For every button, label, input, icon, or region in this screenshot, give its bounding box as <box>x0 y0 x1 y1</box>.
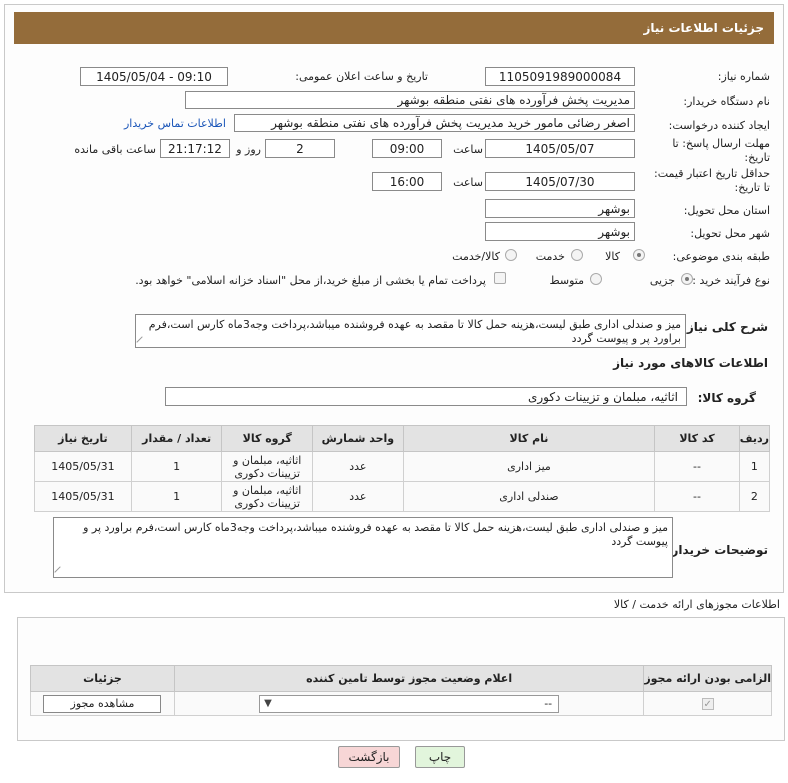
col-permit-status: اعلام وضعیت مجوز توسط تامین کننده <box>173 665 645 692</box>
table-row: ✓ -- ▼ مشاهده مجوز <box>30 691 772 716</box>
col-unit: واحد شمارش <box>312 425 404 452</box>
city-label: شهر محل تحویل: <box>690 227 770 240</box>
buyer-org-label: نام دستگاه خریدار: <box>683 95 770 108</box>
col-qty: تعداد / مقدار <box>130 425 223 452</box>
chevron-down-icon: ▼ <box>264 697 272 709</box>
goods-table-header: ردیف کد کالا نام کالا واحد شمارش گروه کا… <box>34 425 771 452</box>
process-option-minor: جزیی <box>649 274 675 287</box>
description-textarea[interactable]: میز و صندلی اداری طبق لیست،هزینه حمل کال… <box>135 314 686 348</box>
validity-date-field[interactable]: 1405/07/30 <box>485 172 635 191</box>
page-header: جزئیات اطلاعات نیاز <box>14 12 774 44</box>
cell-code: -- <box>654 481 740 512</box>
cell-unit: عدد <box>312 481 404 512</box>
buyer-org-field[interactable]: مدیریت پخش فرآورده های نفتی منطقه بوشهر <box>185 91 635 109</box>
cell-row: 1 <box>738 451 771 482</box>
col-permit-required: الزامی بودن ارائه مجوز <box>643 665 772 692</box>
buyer-notes-textarea[interactable]: میز و صندلی اداری طبق لیست،هزینه حمل کال… <box>53 517 673 578</box>
announce-label: تاریخ و ساعت اعلان عمومی: <box>295 70 428 83</box>
goods-table: ردیف کد کالا نام کالا واحد شمارش گروه کا… <box>34 425 771 512</box>
back-button[interactable]: بازگشت <box>338 746 400 768</box>
category-radio-goods-service[interactable] <box>505 249 517 261</box>
reply-time-field[interactable]: 09:00 <box>372 139 442 158</box>
cell-name: صندلی اداری <box>402 481 656 512</box>
price-validity-label: حداقل تاریخ اعتبار قیمت: <box>654 167 770 180</box>
cell-group: اثاثیه، مبلمان و تزیینات دکوری <box>221 481 314 512</box>
col-code: کد کالا <box>654 425 740 452</box>
need-number-label: شماره نیاز: <box>717 70 770 83</box>
process-radio-medium[interactable] <box>590 273 602 285</box>
col-group: گروه کالا <box>221 425 314 452</box>
remaining-time-field[interactable]: 21:17:12 <box>160 139 230 158</box>
reply-time-label: ساعت <box>453 143 483 156</box>
city-field[interactable]: بوشهر <box>485 222 635 241</box>
need-number-field[interactable]: 1105091989000084 <box>485 67 635 86</box>
reply-date-field[interactable]: 1405/05/07 <box>485 139 635 158</box>
process-radio-minor[interactable] <box>681 273 693 285</box>
category-option-service: خدمت <box>535 250 565 263</box>
cell-unit: عدد <box>312 451 404 482</box>
province-label: استان محل تحویل: <box>683 204 770 217</box>
requester-label: ایجاد کننده درخواست: <box>668 119 770 132</box>
cell-date: 1405/05/31 <box>34 451 132 482</box>
requester-field[interactable]: اصغر رضائی مامور خرید مدیریت پخش فرآورده… <box>234 114 635 132</box>
cell-permit-status: -- ▼ <box>173 691 645 716</box>
table-row[interactable]: 1 -- میز اداری عدد اثاثیه، مبلمان و تزیی… <box>34 451 771 482</box>
announce-field[interactable]: 1405/05/04 - 09:10 <box>80 67 228 86</box>
col-name: نام کالا <box>402 425 656 452</box>
col-date: تاریخ نیاز <box>34 425 132 452</box>
price-validity-label-2: تا تاریخ: <box>734 181 770 194</box>
cell-code: -- <box>654 451 740 482</box>
treasury-payment-note: پرداخت تمام یا بخشی از مبلغ خرید،از محل … <box>135 274 486 287</box>
permit-status-select[interactable]: -- ▼ <box>259 694 560 713</box>
permits-title: اطلاعات مجوزهای ارائه خدمت / کالا <box>613 598 780 611</box>
validity-time-label: ساعت <box>453 176 483 189</box>
category-label: طبقه بندی موضوعی: <box>672 250 770 263</box>
resize-handle[interactable] <box>136 336 148 347</box>
view-permit-button[interactable]: مشاهده مجوز <box>43 694 162 713</box>
treasury-payment-checkbox[interactable] <box>494 272 506 284</box>
permits-table-header: الزامی بودن ارائه مجوز اعلام وضعیت مجوز … <box>30 665 772 692</box>
cell-qty: 1 <box>130 451 223 482</box>
contact-info-link[interactable]: اطلاعات تماس خریدار <box>124 117 226 130</box>
remaining-label: ساعت باقی مانده <box>74 143 156 156</box>
buyer-notes-text: میز و صندلی اداری طبق لیست،هزینه حمل کال… <box>83 521 668 548</box>
reply-deadline-label: مهلت ارسال پاسخ: تا <box>672 137 770 150</box>
category-radio-goods[interactable] <box>633 249 645 261</box>
page-title: جزئیات اطلاعات نیاز <box>643 21 764 35</box>
print-button[interactable]: چاپ <box>415 746 465 768</box>
col-permit-details: جزئیات <box>30 665 175 692</box>
process-option-medium: متوسط <box>549 274 584 287</box>
resize-handle[interactable] <box>54 566 66 577</box>
category-option-goods-service: کالا/خدمت <box>452 250 500 263</box>
cell-qty: 1 <box>130 481 223 512</box>
buyer-notes-label: توضیحات خریدار: <box>666 543 768 557</box>
days-field[interactable]: 2 <box>265 139 335 158</box>
goods-group-label: گروه کالا: <box>697 391 756 405</box>
cell-name: میز اداری <box>402 451 656 482</box>
col-row: ردیف <box>738 425 771 452</box>
cell-group: اثاثیه، مبلمان و تزیینات دکوری <box>221 451 314 482</box>
checkmark-icon: ✓ <box>701 698 714 710</box>
category-radio-service[interactable] <box>571 249 583 261</box>
process-label: نوع فرآیند خرید : <box>692 274 770 287</box>
validity-time-field[interactable]: 16:00 <box>372 172 442 191</box>
table-row[interactable]: 2 -- صندلی اداری عدد اثاثیه، مبلمان و تز… <box>34 481 771 512</box>
permits-table: الزامی بودن ارائه مجوز اعلام وضعیت مجوز … <box>30 665 772 716</box>
category-option-goods: کالا <box>605 250 620 263</box>
goods-group-field[interactable]: اثاثیه، مبلمان و تزیینات دکوری <box>165 387 687 406</box>
goods-info-title: اطلاعات کالاهای مورد نیاز <box>613 356 768 370</box>
cell-date: 1405/05/31 <box>34 481 132 512</box>
province-field[interactable]: بوشهر <box>485 199 635 218</box>
cell-permit-details: مشاهده مجوز <box>30 691 175 716</box>
description-label: شرح کلی نیاز: <box>682 320 768 334</box>
description-text: میز و صندلی اداری طبق لیست،هزینه حمل کال… <box>148 318 681 345</box>
cell-permit-required: ✓ <box>643 691 772 716</box>
cell-row: 2 <box>738 481 771 512</box>
reply-deadline-label-2: تاریخ: <box>744 151 770 164</box>
days-label: روز و <box>236 143 261 156</box>
permit-status-value: -- <box>544 696 553 710</box>
